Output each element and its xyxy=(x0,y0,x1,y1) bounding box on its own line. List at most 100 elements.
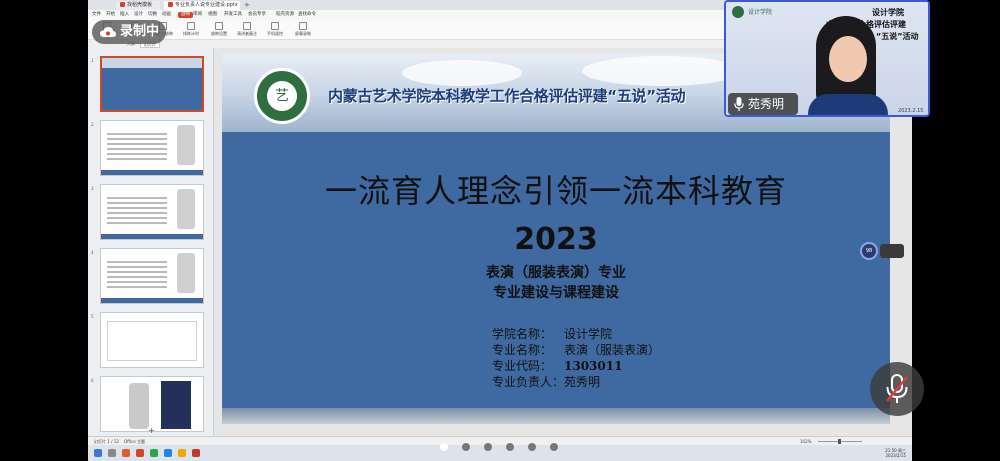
page-dot[interactable] xyxy=(550,443,558,451)
new-tab-button[interactable]: + xyxy=(244,1,250,9)
backdrop-line-1: 设计学院 xyxy=(872,8,904,17)
theme-name: Office 主题 xyxy=(124,439,145,444)
info-row-major: 专业名称： 表演（服装表演） xyxy=(492,342,660,358)
folder-icon[interactable] xyxy=(178,449,186,457)
ribbon-button-label: 屏幕录制 xyxy=(295,31,311,36)
thumb-preview xyxy=(101,185,203,239)
floating-widget[interactable]: 98 xyxy=(860,242,904,260)
mic-off-icon xyxy=(886,374,908,403)
thumbnail-number: 2 xyxy=(91,122,94,127)
backdrop-line-3: “五说”活动 xyxy=(876,32,919,41)
menu-item[interactable]: 切换 xyxy=(148,12,157,18)
widget-panel xyxy=(880,244,904,258)
logo-glyph: 艺 xyxy=(275,88,289,104)
ribbon-button[interactable]: 手机遥控 xyxy=(262,22,288,36)
slide-year: 2023 xyxy=(514,222,598,257)
slide-thumbnail[interactable] xyxy=(100,184,204,240)
search-icon[interactable] xyxy=(108,449,116,457)
dial-value: 98 xyxy=(865,248,873,254)
thumbnail-number: 3 xyxy=(91,186,94,191)
menu-item[interactable]: 视图 xyxy=(208,12,217,18)
ribbon-button[interactable]: 演讲者备注 xyxy=(234,22,260,36)
thumb-preview xyxy=(101,249,203,303)
slide-thumbnail-pane: 1 2 3 4 5 6 + xyxy=(88,48,214,436)
thumb-preview xyxy=(101,121,203,175)
speaker-face xyxy=(829,36,867,82)
browser-icon[interactable] xyxy=(164,449,172,457)
speaker-name-chip: 苑秀明 xyxy=(728,93,798,115)
speaker-video-tile[interactable]: 设计学院 设计学院 本科教学合格评估评建 “五说”活动 2023.2.15 苑秀… xyxy=(724,0,930,117)
menu-item[interactable]: 设计 xyxy=(134,12,143,18)
info-row-lead: 专业负责人：苑秀明 xyxy=(492,374,600,390)
slide-thumbnail[interactable] xyxy=(100,120,204,176)
ribbon-button[interactable]: 放映设置 xyxy=(206,22,232,36)
slide-thumbnail[interactable] xyxy=(100,56,204,112)
menu-item[interactable]: 开始 xyxy=(106,12,115,18)
speaker-name: 苑秀明 xyxy=(748,97,785,111)
menu-item[interactable]: 稻壳资源 xyxy=(276,12,294,18)
menu-item[interactable]: 放映 xyxy=(178,12,193,18)
system-tray: 21:50 周三 2023/2/15 xyxy=(885,448,906,458)
tab-label: 专业负责人说专业建设.pptx xyxy=(175,2,238,8)
thumbnail-number: 1 xyxy=(91,58,94,63)
ppt-file-icon xyxy=(168,2,173,7)
windows-start-icon[interactable] xyxy=(94,449,102,457)
info-value: 设计学院 xyxy=(564,327,613,341)
slide-thumbnail[interactable] xyxy=(100,376,204,432)
page-dot[interactable] xyxy=(462,443,470,451)
info-value: 苑秀明 xyxy=(564,375,601,389)
backdrop-logo-text: 设计学院 xyxy=(748,9,773,16)
microphone-mute-button[interactable] xyxy=(870,362,924,416)
info-value: 表演（服装表演） xyxy=(564,343,661,357)
ribbon-tool-icon xyxy=(243,22,251,30)
menu-item[interactable]: 插入 xyxy=(120,12,129,18)
ppt-app-icon[interactable] xyxy=(192,449,200,457)
thumbnail-number: 6 xyxy=(91,378,94,383)
ribbon-button[interactable]: 排练计时 xyxy=(178,22,204,36)
menu-item[interactable]: 会员专享 xyxy=(248,12,266,18)
ribbon-button[interactable]: 屏幕录制 xyxy=(290,22,316,36)
ribbon-tool-icon xyxy=(215,22,223,30)
menu-item[interactable]: 审阅 xyxy=(193,12,202,18)
ribbon-button-label: 排练计时 xyxy=(183,31,199,36)
slide-subtitle: 专业建设与课程建设 xyxy=(493,285,619,301)
info-label: 专业名称： xyxy=(492,343,553,357)
info-label: 学院名称： xyxy=(492,327,553,341)
page-indicator xyxy=(440,443,570,453)
app-icon[interactable] xyxy=(122,449,130,457)
page-dot[interactable] xyxy=(484,443,492,451)
recording-indicator[interactable]: 录制中 xyxy=(92,20,166,44)
info-row-college: 学院名称： 设计学院 xyxy=(492,326,612,342)
cloud-record-icon xyxy=(100,27,116,37)
zoom-level[interactable]: 102% xyxy=(800,439,811,444)
page-dot[interactable] xyxy=(440,443,448,451)
info-row-code: 专业代码： 1303011 xyxy=(492,358,622,374)
phone-screen: 找稻壳模板 专业负责人说专业建设.pptx + 文件 开始 插入 设计 切换 动画 放映 审阅… xyxy=(0,0,1000,461)
page-dot[interactable] xyxy=(506,443,514,451)
wps-icon[interactable] xyxy=(136,449,144,457)
cloud-decoration xyxy=(402,60,522,86)
slide-thumbnail[interactable] xyxy=(100,312,204,368)
ribbon-tool-icon xyxy=(187,22,195,30)
thumbnail-number: 5 xyxy=(91,314,94,319)
zoom-slider[interactable] xyxy=(818,439,862,444)
slide-main-title: 一流育人理念引领一流本科教育 xyxy=(324,172,787,210)
progress-dial-icon: 98 xyxy=(860,242,878,260)
tab-templates[interactable]: 找稻壳模板 xyxy=(116,1,160,10)
thumbnail-number: 4 xyxy=(91,250,94,255)
info-label: 专业负责人： xyxy=(492,375,565,389)
page-dot[interactable] xyxy=(528,443,536,451)
tray-date: 2023/2/15 xyxy=(885,453,906,458)
add-slide-icon[interactable]: + xyxy=(148,426,155,435)
slide-thumbnail[interactable] xyxy=(100,248,204,304)
menu-item[interactable]: 开发工具 xyxy=(224,12,242,18)
zoom-slider-knob[interactable] xyxy=(838,439,841,444)
college-logo-icon xyxy=(732,6,744,18)
microphone-icon xyxy=(734,97,744,111)
recording-label: 录制中 xyxy=(120,24,160,39)
menu-item[interactable]: 动画 xyxy=(162,12,171,18)
menu-item[interactable]: 查找命令 xyxy=(298,12,316,18)
menu-item[interactable]: 文件 xyxy=(92,12,101,18)
tab-pptx-file[interactable]: 专业负责人说专业建设.pptx xyxy=(164,1,240,10)
wechat-icon[interactable] xyxy=(150,449,158,457)
